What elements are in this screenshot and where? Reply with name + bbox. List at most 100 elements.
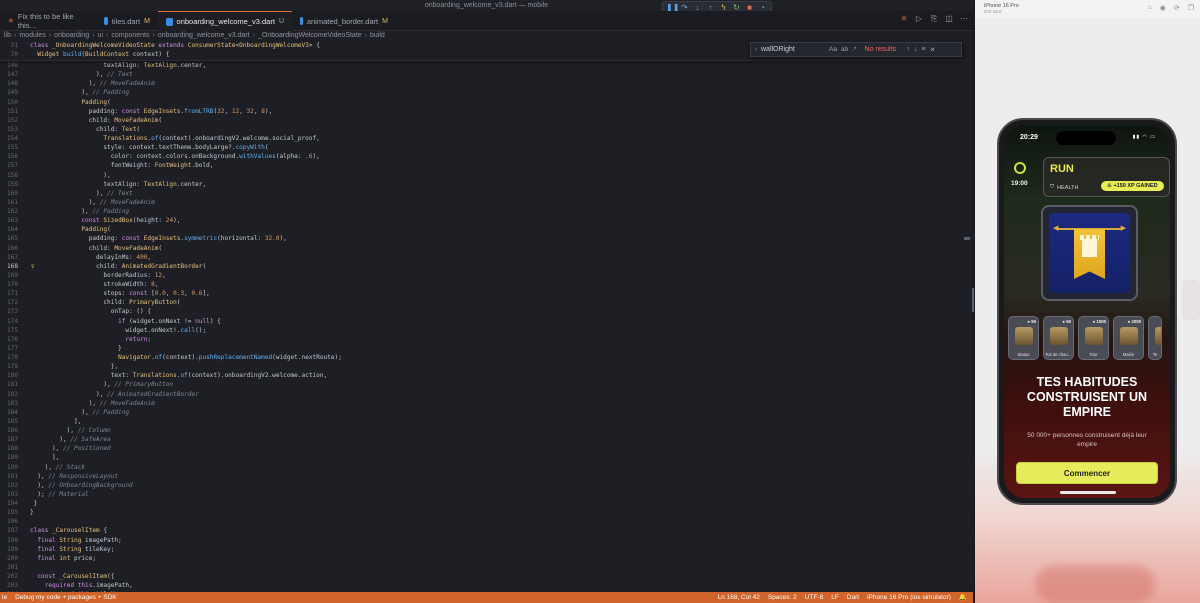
code-line[interactable]: 198 final String imagePath;	[0, 536, 962, 545]
arrow-down-icon[interactable]: ↓	[914, 46, 918, 53]
start-button[interactable]: Commencer	[1016, 462, 1158, 484]
compare-icon[interactable]: ⎘	[929, 14, 939, 24]
building-carousel[interactable]: ● 50 Statue ● 50 Toit de chau… ● 1500 Tour ● 2…	[1004, 316, 1170, 364]
rotate-icon[interactable]: ⟳	[1174, 4, 1180, 12]
home-indicator[interactable]	[1060, 491, 1116, 494]
regex-toggle[interactable]: .*	[852, 46, 856, 53]
arrow-up-icon[interactable]: ↑	[907, 46, 911, 53]
code-line[interactable]: 151 padding: const EdgeInsets.fromLTRB(3…	[0, 107, 962, 116]
carousel-item[interactable]: ● 50 Statue	[1008, 316, 1039, 360]
code-line[interactable]: 202 const _CarouselItem({	[0, 572, 962, 581]
code-line[interactable]: 189 ],	[0, 453, 962, 462]
code-line[interactable]: 152 child: MoveFadeAnim(	[0, 116, 962, 125]
chevron-right-icon[interactable]: ›	[755, 47, 757, 53]
code-line[interactable]: 200 final int price;	[0, 554, 962, 563]
code-line[interactable]: 188 ), // Positioned	[0, 444, 962, 453]
code-line[interactable]: 175 widget.onNext!.call();	[0, 326, 962, 335]
code-line[interactable]: 162 ), // Padding	[0, 207, 962, 216]
breadcrumb-item[interactable]: modules	[19, 32, 45, 39]
breadcrumb-item[interactable]: components	[111, 32, 149, 39]
code-line[interactable]: 194 }	[0, 499, 962, 508]
code-line[interactable]: 146 textAlign: TextAlign.center,	[0, 61, 962, 70]
more-icon[interactable]: ⋯	[959, 14, 969, 24]
code-line[interactable]: 171 stops: const [0.0, 0.3, 0.6],	[0, 289, 962, 298]
code-line[interactable]: 179 },	[0, 362, 962, 371]
code-line[interactable]: 181 ), // PrimaryButton	[0, 380, 962, 389]
lightbulb-icon[interactable]: ♀	[31, 262, 35, 271]
find-in-selection-icon[interactable]: ≡	[922, 46, 926, 53]
code-line[interactable]: 176 return;	[0, 335, 962, 344]
code-line[interactable]: 166 child: MoveFadeAnim(	[0, 244, 962, 253]
code-line[interactable]: 153 child: Text(	[0, 125, 962, 134]
code-line[interactable]: 170 strokeWidth: 8,	[0, 280, 962, 289]
phone-screen[interactable]: 20:29 ▮▮ ◠ ▭ 19:00 RUN ⛉ HEALTH ♨ +150 X…	[1004, 125, 1170, 498]
code-line[interactable]: 169 borderRadius: 12,	[0, 271, 962, 280]
code-line[interactable]: 159 textAlign: TextAlign.center,	[0, 180, 962, 189]
whole-word-toggle[interactable]: ab	[841, 46, 848, 53]
code-line[interactable]: 158 ),	[0, 171, 962, 180]
carousel-item[interactable]: Te	[1148, 316, 1162, 360]
code-line[interactable]: 196	[0, 517, 962, 526]
carousel-item[interactable]: ● 2000 Mairie	[1113, 316, 1144, 360]
code-line[interactable]: 190 ), // Stack	[0, 463, 962, 472]
cursor-position[interactable]: Ln 168, Col 42	[718, 592, 760, 603]
code-line[interactable]: 148 ), // MoveFadeAnim	[0, 79, 962, 88]
code-line[interactable]: 149 ), // Padding	[0, 88, 962, 97]
find-input[interactable]: wallORight	[761, 46, 825, 53]
bell-icon[interactable]: 🔔	[959, 592, 967, 603]
code-line[interactable]: 180 text: Translations.of(context).onboa…	[0, 371, 962, 380]
code-line[interactable]: 165 padding: const EdgeInsets.symmetric(…	[0, 234, 962, 243]
code-line[interactable]: 186 ), // Column	[0, 426, 962, 435]
code-line[interactable]: 197 class _CarouselItem {	[0, 526, 962, 535]
tab-tiles[interactable]: tiles.dart M	[96, 11, 158, 31]
code-line[interactable]: 174 if (widget.onNext != null) {	[0, 317, 962, 326]
line-ending[interactable]: LF	[831, 592, 839, 603]
code-line[interactable]: 193 ); // Material	[0, 490, 962, 499]
carousel-item[interactable]: ● 50 Toit de chau…	[1043, 316, 1074, 360]
code-line[interactable]: 199 final String tileKey;	[0, 545, 962, 554]
code-line[interactable]: 192 ), // OnboardingBackground	[0, 481, 962, 490]
breadcrumb-item[interactable]: onboarding_welcome_v3.dart	[158, 32, 250, 39]
home-icon[interactable]: ⌂	[1148, 4, 1152, 12]
code-line[interactable]: 167 delayInMs: 400,	[0, 253, 962, 262]
language-mode[interactable]: Dart	[847, 592, 859, 603]
screenshot-icon[interactable]: ◉	[1160, 4, 1166, 12]
match-case-toggle[interactable]: Aa	[829, 46, 837, 53]
code-line[interactable]: 182 ), // AnimatedGradientBorder	[0, 390, 962, 399]
code-line[interactable]: 195}	[0, 508, 962, 517]
ai-sparkle-icon[interactable]: ✳	[899, 14, 909, 24]
close-icon[interactable]: ✕	[930, 46, 936, 54]
code-line[interactable]: 184 ), // Padding	[0, 408, 962, 417]
code-line[interactable]: 173 onTap: () {	[0, 307, 962, 316]
breadcrumb-item[interactable]: onboarding	[54, 32, 89, 39]
tab-chat[interactable]: ✳ Fix this to be like this…	[0, 11, 96, 31]
code-line[interactable]: 183 ), // MoveFadeAnim	[0, 399, 962, 408]
breadcrumb-item[interactable]: build	[370, 32, 385, 39]
device-selector[interactable]: iPhone 16 Pro (ios simulator)	[867, 592, 951, 603]
code-line[interactable]: 154 Translations.of(context).onboardingV…	[0, 134, 962, 143]
code-line[interactable]: 160 ), // Text	[0, 189, 962, 198]
code-line[interactable]: 178 Navigator.of(context).pushReplacemen…	[0, 353, 962, 362]
encoding[interactable]: UTF-8	[805, 592, 823, 603]
code-line[interactable]: 156 color: context.colors.onBackground.w…	[0, 152, 962, 161]
code-line[interactable]: 150 Padding(	[0, 98, 962, 107]
code-line[interactable]: 172 child: PrimaryButton(	[0, 298, 962, 307]
code-line[interactable]: 155 style: context.textTheme.bodyLarge?.…	[0, 143, 962, 152]
code-line[interactable]: 201	[0, 563, 962, 572]
breadcrumb-item[interactable]: _OnboardingWelcomeVideoState	[258, 32, 362, 39]
code-line[interactable]: 187 ), // SafeArea	[0, 435, 962, 444]
copy-icon[interactable]: ❐	[1188, 4, 1194, 12]
carousel-item[interactable]: ● 1500 Tour	[1078, 316, 1109, 360]
breadcrumb-item[interactable]: lib	[4, 32, 11, 39]
indentation[interactable]: Spaces: 2	[768, 592, 797, 603]
code-line[interactable]: 191 ), // ResponsiveLayout	[0, 472, 962, 481]
code-line[interactable]: 163 const SizedBox(height: 24),	[0, 216, 962, 225]
tab-onboarding-welcome[interactable]: onboarding_welcome_v3.dart U	[158, 11, 292, 31]
code-line[interactable]: 185 ],	[0, 417, 962, 426]
vertical-scrollbar[interactable]	[972, 288, 974, 312]
code-line[interactable]: 168 child: AnimatedGradientBorder(♀	[0, 262, 962, 271]
breadcrumb-item[interactable]: ui	[98, 32, 103, 39]
code-line[interactable]: 177 }	[0, 344, 962, 353]
code-area[interactable]: 146 textAlign: TextAlign.center, 147 ), /…	[0, 61, 962, 592]
tab-animated-border[interactable]: animated_border.dart M	[292, 11, 396, 31]
